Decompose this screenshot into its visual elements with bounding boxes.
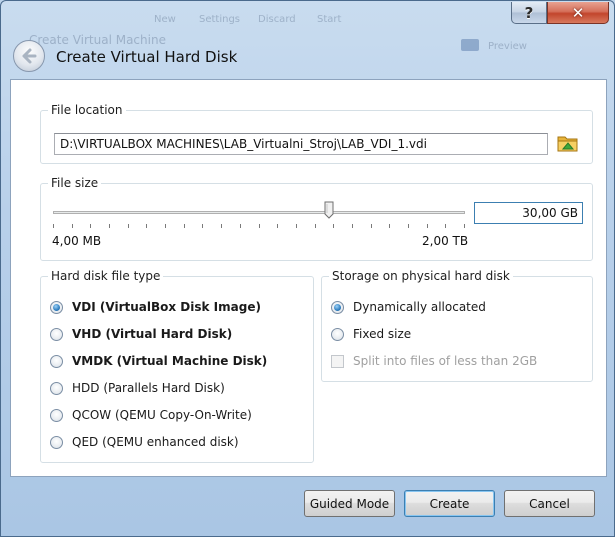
slider-tick: [184, 224, 185, 228]
checkbox-box: [331, 354, 344, 368]
slider-tick: [259, 224, 260, 228]
dialog-content: File location D:\VIRTUALBOX MACHINES\LAB…: [10, 79, 607, 477]
storage-option[interactable]: Fixed size: [331, 325, 411, 343]
ghost-tab: New: [154, 14, 176, 25]
close-icon: ✕: [571, 3, 585, 22]
disk-type-option-label: HDD (Parallels Hard Disk): [72, 381, 225, 395]
file-size-input[interactable]: 30,00 GB: [474, 202, 583, 224]
slider-tick: [72, 224, 73, 228]
ghost-tab: Start: [317, 14, 342, 25]
help-button[interactable]: ?: [511, 2, 547, 24]
disk-type-option[interactable]: QCOW (QEMU Copy-On-Write): [50, 406, 252, 424]
slider-tick: [277, 224, 278, 228]
guided-mode-button[interactable]: Guided Mode: [304, 490, 395, 517]
ghost-preview-label: Preview: [488, 41, 527, 52]
create-button[interactable]: Create: [404, 490, 495, 517]
ghost-tab: Discard: [258, 14, 296, 25]
disk-type-legend: Hard disk file type: [48, 269, 164, 283]
split-files-label: Split into files of less than 2GB: [353, 354, 538, 368]
storage-legend: Storage on physical hard disk: [329, 269, 513, 283]
slider-tick: [53, 224, 54, 228]
size-min-label: 4,00 MB: [52, 234, 102, 248]
split-files-checkbox[interactable]: Split into files of less than 2GB: [331, 352, 537, 370]
disk-type-group: Hard disk file type VDI (VirtualBox Disk…: [40, 269, 314, 463]
radio-button[interactable]: [50, 300, 63, 314]
close-button[interactable]: ✕: [547, 2, 609, 24]
storage-group: Storage on physical hard disk Dynamicall…: [321, 269, 593, 382]
slider-tick: [371, 224, 372, 228]
slider-tick: [90, 224, 91, 228]
file-size-slider-thumb[interactable]: [324, 201, 334, 219]
file-size-slider-track[interactable]: [53, 211, 465, 214]
disk-type-option[interactable]: VMDK (Virtual Machine Disk): [50, 352, 267, 370]
slider-tick: [445, 224, 446, 228]
slider-tick: [352, 224, 353, 228]
file-location-legend: File location: [48, 103, 126, 117]
storage-option-label: Fixed size: [353, 327, 412, 341]
file-location-input[interactable]: D:\VIRTUALBOX MACHINES\LAB_Virtualni_Str…: [54, 133, 548, 155]
ghost-tab: Settings: [199, 14, 241, 25]
slider-tick: [240, 224, 241, 228]
disk-type-option-label: QCOW (QEMU Copy-On-Write): [72, 408, 252, 422]
slider-tick: [333, 224, 334, 228]
radio-button[interactable]: [331, 327, 344, 341]
radio-button[interactable]: [331, 300, 344, 314]
slider-tick: [408, 224, 409, 228]
slider-tick: [221, 224, 222, 228]
disk-type-option[interactable]: VDI (VirtualBox Disk Image): [50, 298, 261, 316]
folder-browse-icon[interactable]: [557, 132, 579, 154]
radio-button[interactable]: [50, 435, 63, 449]
size-max-label: 2,00 TB: [422, 234, 469, 248]
back-button[interactable]: [13, 40, 45, 72]
ghost-monitor-icon: [461, 39, 479, 51]
back-arrow-icon: [22, 48, 37, 64]
slider-tick: [128, 224, 129, 228]
disk-type-option[interactable]: HDD (Parallels Hard Disk): [50, 379, 225, 397]
cancel-button[interactable]: Cancel: [504, 490, 595, 517]
slider-tick: [389, 224, 390, 228]
dialog-window: Create Virtual Machine New Settings Disc…: [0, 0, 615, 537]
slider-tick: [165, 224, 166, 228]
slider-tick: [315, 224, 316, 228]
file-size-legend: File size: [48, 176, 102, 190]
dialog-title: Create Virtual Hard Disk: [56, 48, 238, 66]
storage-option-label: Dynamically allocated: [353, 300, 486, 314]
disk-type-option-label: VDI (VirtualBox Disk Image): [72, 300, 261, 314]
storage-option[interactable]: Dynamically allocated: [331, 298, 486, 316]
slider-tick: [296, 224, 297, 228]
disk-type-option-label: VMDK (Virtual Machine Disk): [72, 354, 268, 368]
slider-tick: [146, 224, 147, 228]
disk-type-option-label: QED (QEMU enhanced disk): [72, 435, 239, 449]
radio-button[interactable]: [50, 408, 63, 422]
ghost-window-title: Create Virtual Machine: [29, 33, 166, 47]
radio-button[interactable]: [50, 381, 63, 395]
slider-tick: [109, 224, 110, 228]
disk-type-option-label: VHD (Virtual Hard Disk): [72, 327, 233, 341]
radio-button[interactable]: [50, 354, 63, 368]
help-icon: ?: [524, 3, 534, 22]
disk-type-option[interactable]: QED (QEMU enhanced disk): [50, 433, 239, 451]
disk-type-option[interactable]: VHD (Virtual Hard Disk): [50, 325, 232, 343]
slider-tick: [202, 224, 203, 228]
radio-button[interactable]: [50, 327, 63, 341]
slider-tick: [427, 224, 428, 228]
slider-tick: [464, 224, 465, 228]
